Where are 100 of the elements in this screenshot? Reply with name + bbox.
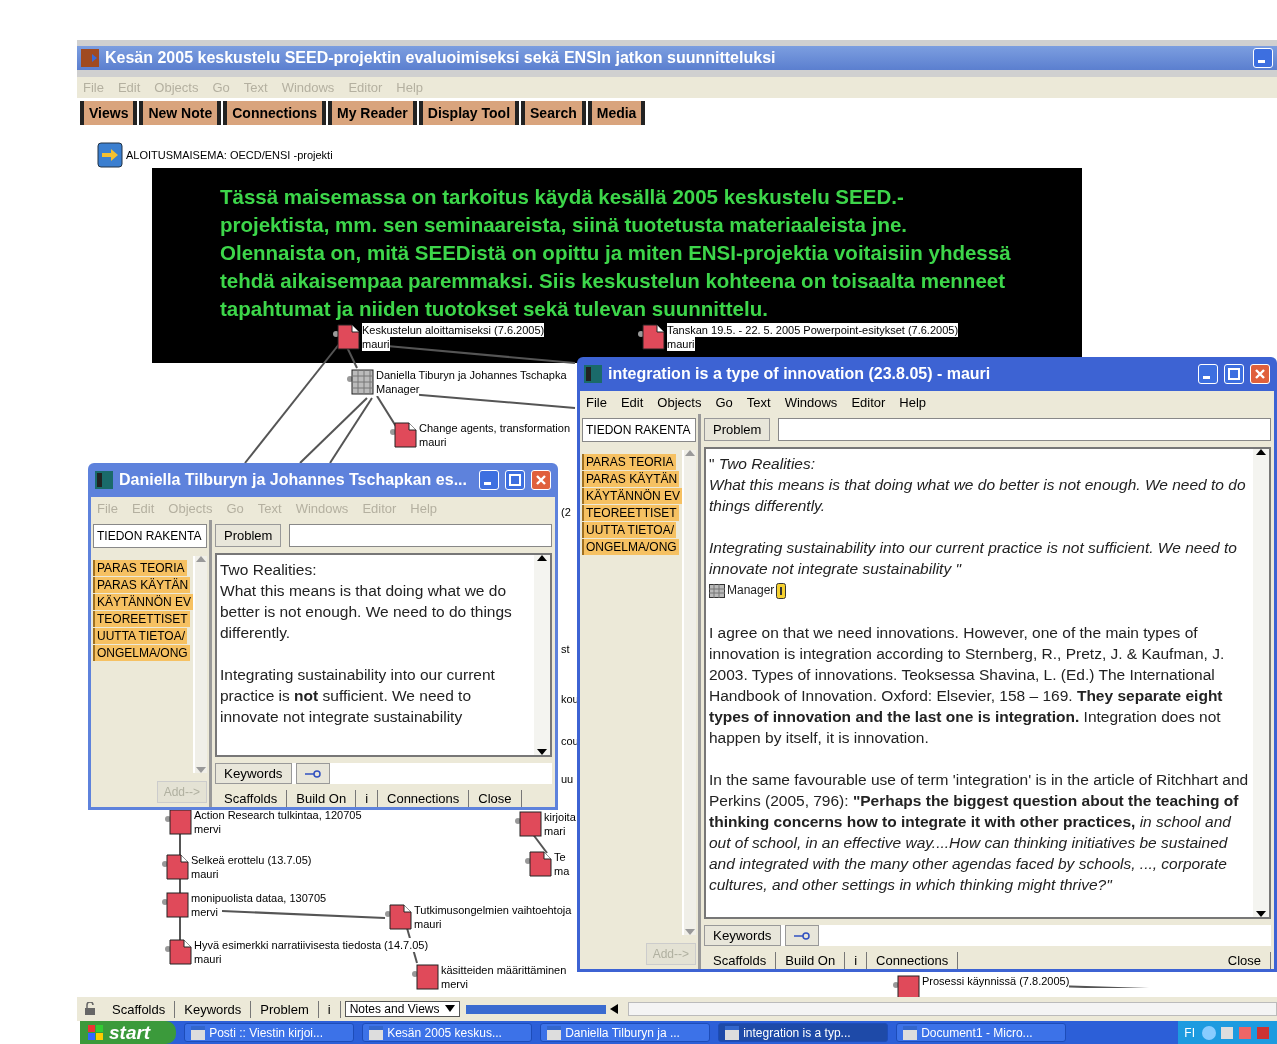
start-button[interactable]: start (80, 1021, 177, 1044)
taskbar-button[interactable]: Posti :: Viestin kirjoi... (184, 1023, 355, 1042)
scroll-thumb[interactable] (466, 1004, 607, 1014)
note-icon[interactable] (412, 963, 439, 990)
taskbar-button[interactable]: integration is a typ... (718, 1023, 889, 1042)
view-link[interactable]: ALOITUSMAISEMA: OECD/ENSI -projekti (126, 149, 333, 161)
scaffold-field[interactable]: TIEDON RAKENTA (582, 418, 696, 442)
window-tab[interactable]: Build On (287, 790, 357, 807)
note-title[interactable]: käsitteiden määrittäminen (441, 963, 567, 977)
key-button[interactable] (295, 763, 330, 784)
keywords-button[interactable]: Keywords (704, 925, 781, 946)
window-tab[interactable]: Scaffolds (215, 790, 288, 807)
scaffold-tag[interactable]: KÄYTÄNNÖN EV (582, 488, 683, 504)
problem-field[interactable] (289, 524, 552, 547)
keywords-button[interactable]: Keywords (215, 763, 292, 784)
window-tab[interactable]: i (845, 952, 867, 969)
window-tab[interactable]: Connections (378, 790, 470, 807)
scaffold-tag[interactable]: UUTTA TIETOA/ (93, 628, 187, 644)
scroll-left-icon[interactable] (610, 1004, 619, 1014)
note-title[interactable]: Tutkimusongelmien vaihtoehtoja (414, 903, 572, 917)
lock-icon[interactable] (83, 1002, 97, 1016)
note-icon[interactable] (638, 323, 665, 350)
window-tab[interactable]: Close (469, 790, 522, 807)
menu-item[interactable]: Go (715, 395, 733, 410)
note-app-icon (584, 365, 602, 383)
menu-item[interactable]: Edit (620, 395, 644, 410)
scrollbar[interactable] (1253, 449, 1269, 917)
grid-icon[interactable] (709, 583, 725, 598)
problem-field[interactable] (778, 418, 1271, 441)
window-tab[interactable]: Close (1218, 952, 1271, 969)
taskbar-button[interactable]: Daniella Tilburyn ja ... (540, 1023, 711, 1042)
status-tab[interactable]: Scaffolds (103, 1000, 176, 1018)
note-title[interactable]: Tanskan 19.5. - 22. 5. 2005 Powerpoint-esitykset (7.6.2005) (667, 323, 959, 337)
toolbar-button[interactable]: Media (587, 101, 646, 125)
taskbar-button[interactable]: Document1 - Micro... (896, 1023, 1067, 1042)
note-author: Manager (376, 382, 420, 396)
note-title[interactable]: monipuolista dataa, 130705 (191, 891, 327, 905)
window-tab[interactable]: Connections (867, 952, 959, 969)
window-tab[interactable]: Scaffolds (704, 952, 777, 969)
note-icon[interactable] (893, 974, 920, 997)
window-icon (547, 1025, 562, 1040)
scaffold-tag[interactable]: PARAS TEORIA (582, 454, 676, 470)
view-dropdown[interactable]: Notes and Views (344, 1001, 461, 1017)
note-title[interactable]: kirjoita (544, 810, 576, 824)
menu-item[interactable]: Help (899, 395, 927, 410)
menu-item[interactable]: File (586, 395, 607, 410)
status-tab[interactable]: Problem (251, 1000, 319, 1018)
window-tab[interactable]: Build On (776, 952, 846, 969)
note-icon[interactable] (165, 938, 192, 965)
scaffold-tag[interactable]: TEOREETTISET (582, 505, 679, 521)
scroll-up-icon[interactable] (537, 555, 547, 561)
scaffold-tag[interactable]: PARAS KÄYTÄN (582, 471, 680, 487)
toolbar-button[interactable]: New Note (139, 101, 222, 125)
status-tab[interactable]: i (318, 1000, 341, 1018)
window-tab[interactable]: i (356, 790, 378, 807)
scaffold-tag[interactable]: ONGELMA/ONG (93, 645, 190, 661)
menu-item[interactable]: Editor (851, 395, 886, 410)
scaffold-tag[interactable]: PARAS TEORIA (93, 560, 187, 576)
menu-item[interactable]: Windows (784, 395, 838, 410)
note-icon[interactable] (333, 323, 360, 350)
menu-item[interactable]: Text (746, 395, 771, 410)
toolbar-button[interactable]: Views (80, 101, 138, 125)
note-icon[interactable] (390, 421, 417, 448)
scroll-track[interactable] (628, 1002, 1277, 1016)
toolbar-button[interactable]: My Reader (328, 101, 417, 125)
scroll-down-icon[interactable] (537, 749, 547, 755)
note-title[interactable]: Daniella Tiburyn ja Johannes Tschapka (376, 368, 567, 382)
note-title[interactable]: Hyvä esimerkki narratiivisesta tiedosta (14.7.05) (194, 938, 429, 952)
toolbar-button[interactable]: Display Tool (418, 101, 520, 125)
status-tab[interactable]: Keywords (175, 1000, 252, 1018)
toolbar-button[interactable]: Search (521, 101, 586, 125)
note-title[interactable]: Keskustelun aloittamiseksi (7.6.2005) (362, 323, 545, 337)
note-icon[interactable] (162, 853, 189, 880)
toolbar-button[interactable]: Connections (223, 101, 326, 125)
scaffold-tag[interactable]: PARAS KÄYTÄN (93, 577, 191, 593)
scroll-up-icon[interactable] (1256, 449, 1266, 455)
scaffold-tag[interactable]: UUTTA TIETOA/ (582, 522, 676, 538)
problem-button[interactable]: Problem (704, 418, 771, 441)
tray-icons[interactable] (1201, 1024, 1271, 1041)
scrollbar[interactable] (534, 555, 550, 755)
scaffold-tag[interactable]: ONGELMA/ONG (582, 539, 679, 555)
scaffold-tag[interactable]: KÄYTÄNNÖN EV (93, 594, 194, 610)
key-button[interactable] (784, 925, 819, 946)
note-title[interactable]: Te (554, 850, 566, 864)
note-icon[interactable] (165, 808, 192, 835)
scaffold-tag[interactable]: TEOREETTISET (93, 611, 190, 627)
note-title[interactable]: Prosessi käynnissä (7.8.2005) (922, 974, 1070, 988)
note-icon[interactable] (525, 850, 552, 877)
scroll-down-icon[interactable] (1256, 911, 1266, 917)
attachment-label[interactable]: Manager (727, 580, 775, 602)
problem-button[interactable]: Problem (215, 524, 282, 547)
dropdown-arrow-icon[interactable] (445, 1005, 456, 1013)
menu-item[interactable]: Objects (657, 395, 702, 410)
note-icon[interactable] (385, 903, 412, 930)
note-title[interactable]: Selkeä erottelu (13.7.05) (191, 853, 312, 867)
taskbar-button[interactable]: Kesän 2005 keskus... (362, 1023, 533, 1042)
note-title[interactable]: Change agents, transformation (419, 421, 571, 435)
info-icon[interactable] (776, 582, 787, 599)
note-icon[interactable] (162, 891, 189, 918)
note-icon[interactable] (515, 810, 542, 837)
